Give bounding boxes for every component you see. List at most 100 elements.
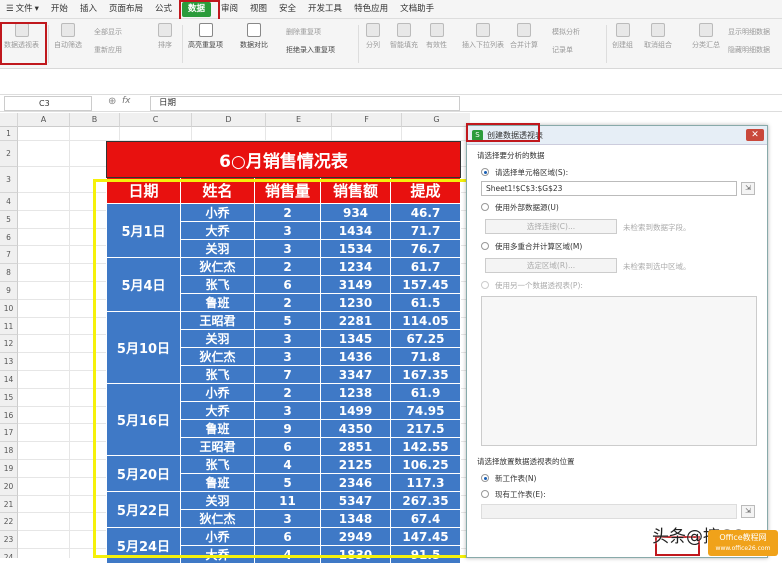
sort-button[interactable]: 排序 xyxy=(158,23,172,50)
table-cell[interactable]: 142.55 xyxy=(390,437,461,456)
row-header-8[interactable]: 8 xyxy=(0,264,18,282)
date-cell[interactable]: 5月1日 xyxy=(106,203,181,258)
table-cell[interactable]: 106.25 xyxy=(390,455,461,474)
column-header-c[interactable]: C xyxy=(120,113,192,127)
sales-table[interactable]: 6○月销售情况表 日期 姓名 销售量 销售额 提成 5月1日 小乔 2 934 46.7 大乔 3 143… xyxy=(106,141,461,564)
table-cell[interactable]: 11 xyxy=(254,491,321,510)
table-cell[interactable]: 1348 xyxy=(320,509,391,528)
table-cell[interactable]: 6 xyxy=(254,437,321,456)
column-header-d[interactable]: D xyxy=(192,113,266,127)
table-cell[interactable]: 157.45 xyxy=(390,275,461,294)
table-cell[interactable]: 4 xyxy=(254,455,321,474)
table-cell[interactable]: 9 xyxy=(254,419,321,438)
location-picker-icon[interactable]: ⇲ xyxy=(741,505,755,518)
date-cell[interactable]: 5月4日 xyxy=(106,257,181,312)
create-group-button[interactable]: 创建组 xyxy=(612,23,633,50)
range-input[interactable]: Sheet1!$C$3:$G$23 xyxy=(481,181,737,196)
table-cell[interactable]: 3 xyxy=(254,509,321,528)
table-cell[interactable]: 2 xyxy=(254,293,321,312)
row-header-13[interactable]: 13 xyxy=(0,353,18,371)
table-cell[interactable]: 3347 xyxy=(320,365,391,384)
table-cell[interactable]: 6 xyxy=(254,527,321,546)
close-icon[interactable]: ✕ xyxy=(746,129,764,141)
menu-tab-review[interactable]: 审阅 xyxy=(215,0,244,19)
autofilter-button[interactable]: 自动筛选 xyxy=(54,23,82,50)
table-cell[interactable]: 小乔 xyxy=(180,383,255,402)
column-header-b[interactable]: B xyxy=(70,113,120,127)
split-column-button[interactable]: 分列 xyxy=(366,23,380,50)
radio-existing-sheet[interactable] xyxy=(481,490,489,498)
row-header-14[interactable]: 14 xyxy=(0,371,18,389)
table-cell[interactable]: 74.95 xyxy=(390,401,461,420)
table-cell[interactable]: 6 xyxy=(254,275,321,294)
table-cell[interactable]: 大乔 xyxy=(180,401,255,420)
row-header-11[interactable]: 11 xyxy=(0,317,18,336)
file-menu[interactable]: ☰ 文件 ▾ xyxy=(0,0,45,19)
table-cell[interactable]: 267.35 xyxy=(390,491,461,510)
row-header-12[interactable]: 12 xyxy=(0,335,18,354)
table-cell[interactable]: 2125 xyxy=(320,455,391,474)
menu-tab-formula[interactable]: 公式 xyxy=(149,0,178,19)
other-pivot-list[interactable] xyxy=(481,296,757,446)
record-form-button[interactable]: 记录单 xyxy=(552,45,573,55)
table-cell[interactable]: 117.3 xyxy=(390,473,461,492)
menu-tab-features[interactable]: 特色应用 xyxy=(348,0,394,19)
row-header-17[interactable]: 17 xyxy=(0,424,18,443)
menu-tab-doc-assistant[interactable]: 文档助手 xyxy=(394,0,440,19)
row-header-9[interactable]: 9 xyxy=(0,282,18,300)
table-cell[interactable]: 1230 xyxy=(320,293,391,312)
row-header-20[interactable]: 20 xyxy=(0,477,18,496)
table-cell[interactable]: 大乔 xyxy=(180,221,255,240)
table-cell[interactable]: 鲁班 xyxy=(180,473,255,492)
table-cell[interactable]: 1499 xyxy=(320,401,391,420)
table-cell[interactable]: 114.05 xyxy=(390,311,461,330)
table-cell[interactable]: 3 xyxy=(254,401,321,420)
table-cell[interactable]: 狄仁杰 xyxy=(180,509,255,528)
table-cell[interactable]: 71.7 xyxy=(390,221,461,240)
radio-cell-range[interactable] xyxy=(481,168,489,176)
table-cell[interactable]: 张飞 xyxy=(180,455,255,474)
radio-new-sheet[interactable] xyxy=(481,474,489,482)
table-cell[interactable]: 大乔 xyxy=(180,545,255,564)
subtotal-button[interactable]: 分类汇总 xyxy=(692,23,720,50)
table-cell[interactable]: 3 xyxy=(254,329,321,348)
menu-tab-security[interactable]: 安全 xyxy=(273,0,302,19)
table-cell[interactable]: 71.8 xyxy=(390,347,461,366)
table-header-cell[interactable]: 销售量 xyxy=(254,177,321,204)
row-header-3[interactable]: 3 xyxy=(0,167,18,193)
date-cell[interactable]: 5月16日 xyxy=(106,383,181,456)
highlight-duplicates-button[interactable]: 高亮重复项 xyxy=(188,23,223,50)
table-cell[interactable]: 2281 xyxy=(320,311,391,330)
column-header-e[interactable]: E xyxy=(266,113,332,127)
table-cell[interactable]: 关羽 xyxy=(180,329,255,348)
table-cell[interactable]: 1436 xyxy=(320,347,391,366)
column-header-a[interactable]: A xyxy=(18,113,70,127)
row-header-16[interactable]: 16 xyxy=(0,406,18,425)
choose-area-button[interactable]: 选定区域(R)... xyxy=(485,258,617,273)
table-header-cell[interactable]: 日期 xyxy=(106,177,181,204)
radio-other-pivot[interactable] xyxy=(481,281,489,289)
row-header-15[interactable]: 15 xyxy=(0,388,18,407)
column-header-f[interactable]: F xyxy=(332,113,402,127)
pivot-table-button[interactable]: 数据透视表 xyxy=(4,23,39,50)
table-cell[interactable]: 3 xyxy=(254,221,321,240)
menu-tab-insert[interactable]: 插入 xyxy=(74,0,103,19)
table-header-cell[interactable]: 销售额 xyxy=(320,177,391,204)
show-all-button[interactable]: 全部显示 xyxy=(94,27,122,37)
table-cell[interactable]: 67.25 xyxy=(390,329,461,348)
simulate-button[interactable]: 模拟分析 xyxy=(552,27,580,37)
table-cell[interactable]: 4 xyxy=(254,545,321,564)
table-cell[interactable]: 鲁班 xyxy=(180,293,255,312)
row-header-23[interactable]: 23 xyxy=(0,531,18,549)
radio-external-source[interactable] xyxy=(481,203,489,211)
table-cell[interactable]: 2 xyxy=(254,383,321,402)
table-cell[interactable]: 5347 xyxy=(320,491,391,510)
table-cell[interactable]: 91.5 xyxy=(390,545,461,564)
table-cell[interactable]: 王昭君 xyxy=(180,311,255,330)
table-cell[interactable]: 小乔 xyxy=(180,203,255,222)
row-header-19[interactable]: 19 xyxy=(0,460,18,478)
table-cell[interactable]: 狄仁杰 xyxy=(180,257,255,276)
table-cell[interactable]: 1238 xyxy=(320,383,391,402)
merge-calc-button[interactable]: 合并计算 xyxy=(510,23,538,50)
data-compare-button[interactable]: 数据对比 xyxy=(240,23,268,50)
